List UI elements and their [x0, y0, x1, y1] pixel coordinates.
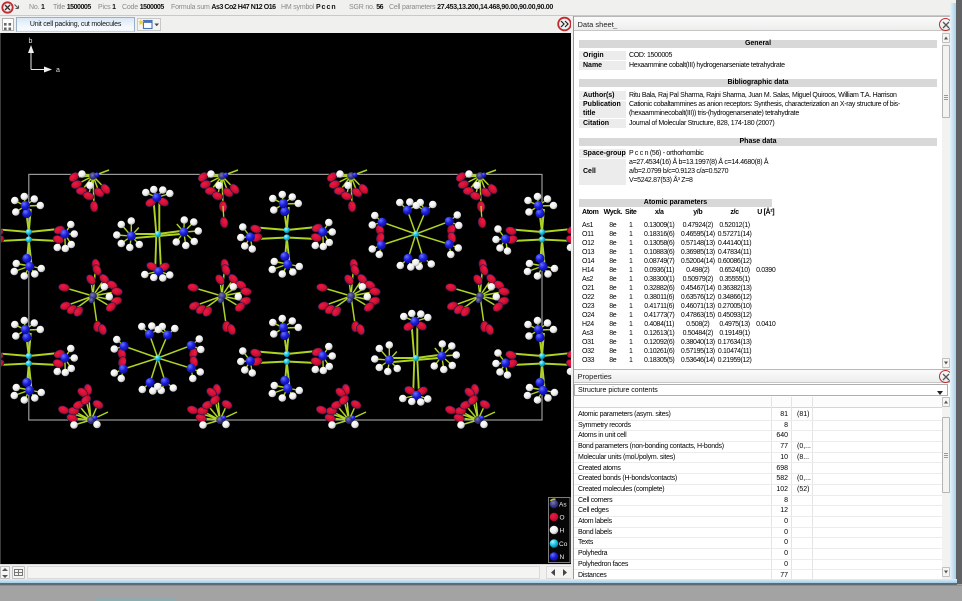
svg-text:a: a — [56, 67, 60, 74]
svg-text:H: H — [560, 528, 565, 535]
svg-text:b: b — [29, 38, 33, 45]
svg-text:As: As — [559, 502, 567, 509]
svg-text:O: O — [560, 515, 565, 522]
svg-text:Co: Co — [559, 541, 568, 548]
svg-text:N: N — [560, 554, 565, 561]
